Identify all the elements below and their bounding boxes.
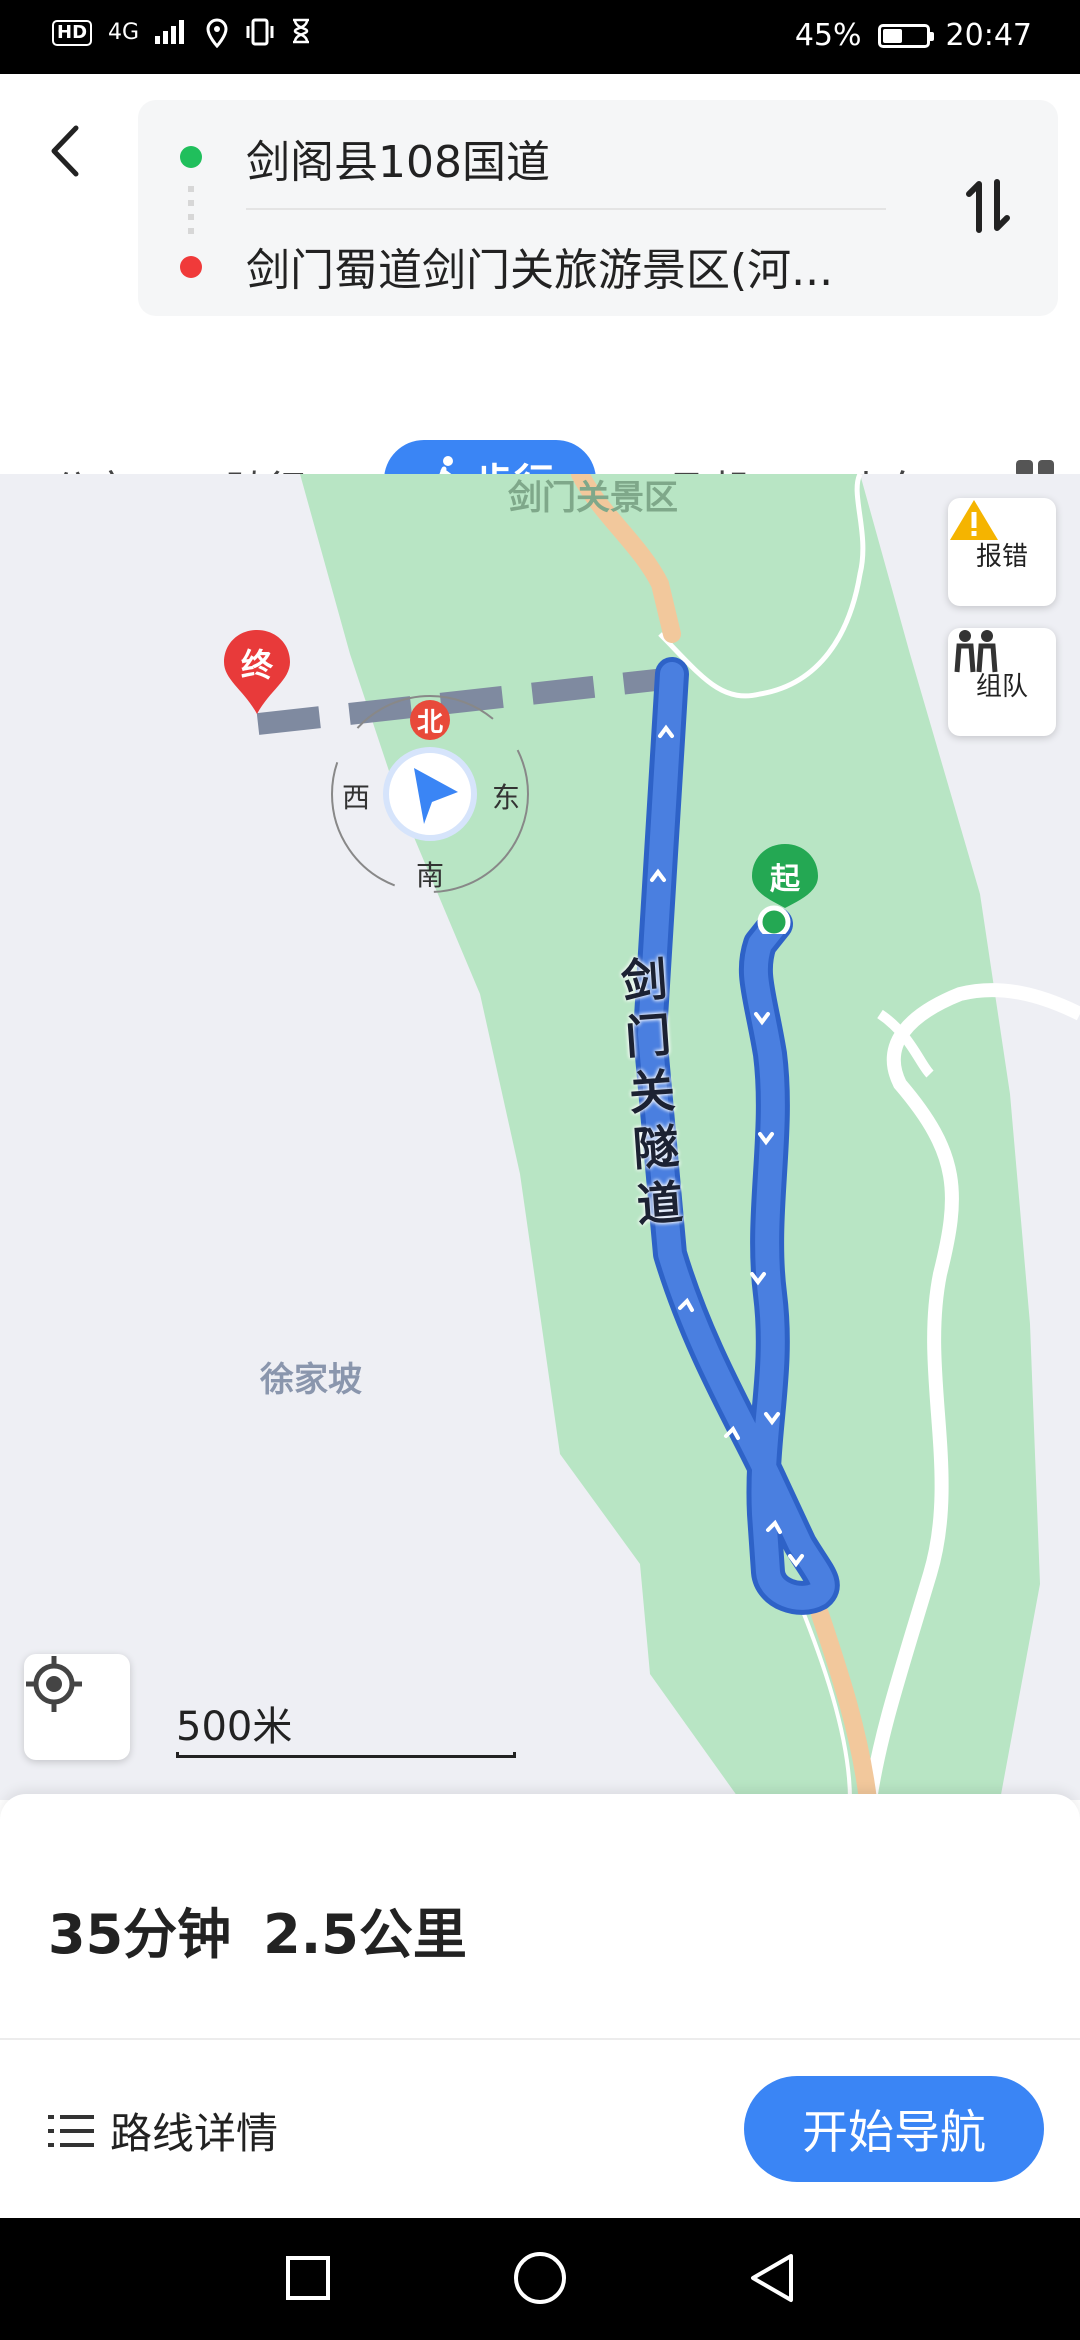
duration: 35分钟	[48, 1903, 232, 1966]
route-details-button[interactable]: 路线详情	[48, 2100, 278, 2161]
compass-south: 南	[416, 859, 445, 892]
status-bar: HD 4G 45% 20:47	[0, 0, 1080, 74]
scenic-area-label: 剑门关景区	[508, 478, 678, 518]
road-label-char: 隧	[631, 1119, 681, 1177]
circle-icon	[514, 2252, 566, 2304]
road-label-char: 关	[627, 1063, 677, 1121]
village-label: 徐家坡	[260, 1360, 362, 1400]
location-icon	[205, 18, 229, 49]
route-connector	[188, 186, 194, 242]
road-label-char: 剑	[619, 951, 670, 1009]
back-nav-button[interactable]	[742, 2248, 802, 2308]
list-icon	[48, 2114, 94, 2147]
compass-west: 西	[342, 781, 371, 814]
start-marker[interactable]: 起	[750, 842, 820, 934]
swap-route-button[interactable]	[958, 176, 1018, 236]
triangle-back-icon	[751, 2254, 793, 2302]
end-marker-label: 终	[240, 646, 273, 684]
destination-field[interactable]: 剑门蜀道剑门关旅游景区(河...	[246, 234, 886, 298]
route-summary-panel: 35分钟 2.5公里 路线详情 开始导航	[0, 1794, 1080, 2218]
locate-icon	[26, 1656, 82, 1712]
panel-divider	[0, 2038, 1080, 2040]
clock: 20:47	[945, 18, 1032, 53]
signal-icon	[155, 18, 189, 48]
back-arrow-icon	[51, 125, 79, 177]
battery-icon	[877, 23, 934, 48]
distance: 2.5公里	[263, 1903, 467, 1966]
origin-dot	[180, 146, 202, 168]
home-button[interactable]	[510, 2248, 570, 2308]
road-label-char: 道	[634, 1175, 685, 1233]
report-error-button[interactable]: 报错	[948, 498, 1056, 606]
road-label-char: 门	[623, 1007, 673, 1065]
map-view[interactable]: 北 西 东 南 剑门关景区 徐家坡 剑 门 关 隧 道 终 起 报错 组队 50…	[0, 474, 1080, 1800]
compass-north: 北	[417, 708, 444, 738]
scale-label: 500米	[176, 1704, 293, 1750]
scale-bar	[176, 1752, 516, 1758]
recents-button[interactable]	[278, 2248, 338, 2308]
warning-icon	[950, 500, 998, 540]
battery-percent: 45%	[794, 18, 862, 53]
origin-field[interactable]: 剑阁县108国道	[246, 126, 550, 190]
square-icon	[286, 2256, 330, 2300]
end-marker[interactable]: 终	[222, 628, 292, 718]
swap-icon	[966, 179, 1010, 233]
compass-east: 东	[492, 781, 521, 814]
field-divider	[246, 208, 886, 210]
back-button[interactable]	[40, 116, 90, 186]
start-marker-label: 起	[770, 862, 800, 897]
my-location-button[interactable]	[24, 1654, 130, 1760]
map-scale: 500米	[176, 1694, 516, 1758]
destination-dot	[180, 256, 202, 278]
vibrate-icon	[245, 18, 275, 48]
start-navigation-button[interactable]: 开始导航	[744, 2076, 1044, 2182]
hd-icon: HD	[52, 20, 93, 46]
team-icon	[954, 630, 998, 673]
route-header: 剑阁县108国道 剑门蜀道剑门关旅游景区(河... 公交 骑行 步行 飞机 火车	[0, 74, 1080, 520]
route-summary: 35分钟 2.5公里	[48, 1890, 467, 1969]
route-details-label: 路线详情	[110, 2109, 279, 2158]
hourglass-icon	[291, 18, 311, 48]
network-type: 4G	[108, 20, 140, 45]
battery-level	[882, 28, 902, 43]
route-input-box: 剑阁县108国道 剑门蜀道剑门关旅游景区(河...	[138, 100, 1058, 316]
team-button[interactable]: 组队	[948, 628, 1056, 736]
system-nav-bar	[0, 2218, 1080, 2340]
map-canvas	[256, 474, 1080, 1800]
